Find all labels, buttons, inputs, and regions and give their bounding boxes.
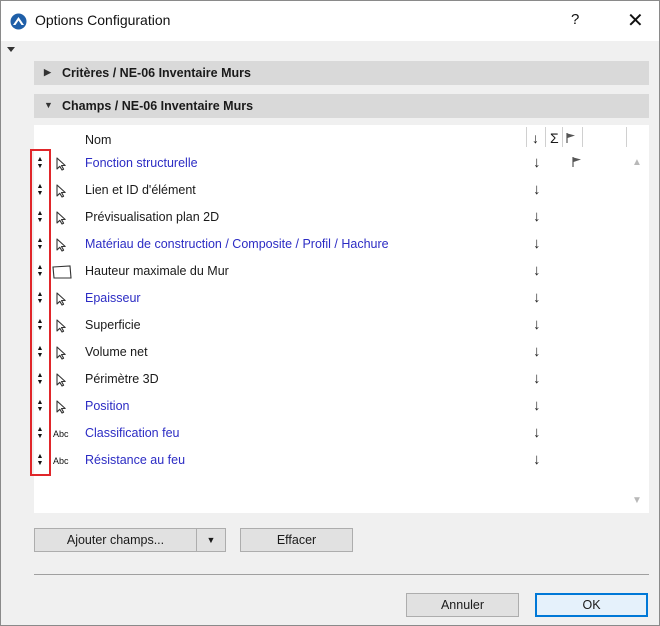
close-button[interactable]: ✕: [627, 8, 644, 33]
field-name: Epaisseur: [85, 291, 141, 305]
arrow-pointer-icon: [54, 211, 68, 225]
add-fields-button[interactable]: Ajouter champs...: [34, 528, 197, 552]
sort-arrow-icon[interactable]: ↓: [533, 262, 541, 279]
title-bar[interactable]: Options Configuration ? ✕: [1, 1, 659, 41]
sort-arrow-icon[interactable]: ↓: [533, 316, 541, 333]
sort-arrow-icon[interactable]: ↓: [533, 208, 541, 225]
clear-button[interactable]: Effacer: [240, 528, 353, 552]
list-item[interactable]: ▲ ▼ Superficie ↓: [34, 312, 629, 339]
list-item[interactable]: ▲ ▼ Lien et ID d'élément ↓: [34, 177, 629, 204]
options-configuration-dialog: Options Configuration ? ✕ ▶ Critères / N…: [0, 0, 660, 626]
expand-arrow-icon: ▶: [44, 67, 51, 77]
list-item[interactable]: ▲ ▼ Périmètre 3D ↓: [34, 366, 629, 393]
list-item[interactable]: ▲ ▼ Epaisseur ↓: [34, 285, 629, 312]
drag-handle-icon[interactable]: ▲ ▼: [36, 210, 44, 224]
list-item[interactable]: ▲ ▼ Position ↓: [34, 393, 629, 420]
field-name: Classification feu: [85, 426, 180, 440]
field-name: Matériau de construction / Composite / P…: [85, 237, 389, 251]
field-name: Superficie: [85, 318, 141, 332]
abc-text-icon: Abc: [53, 429, 69, 439]
drag-handle-icon[interactable]: ▲ ▼: [36, 399, 44, 413]
wall-shape-icon: [52, 265, 72, 279]
column-header-sum[interactable]: Σ: [550, 130, 559, 146]
column-divider: [582, 127, 583, 147]
sort-arrow-icon[interactable]: ↓: [533, 451, 541, 468]
dropdown-corner-icon[interactable]: [7, 47, 15, 52]
abc-text-icon: Abc: [53, 456, 69, 466]
field-name: Prévisualisation plan 2D: [85, 210, 220, 224]
field-name: Résistance au feu: [85, 453, 186, 467]
list-item[interactable]: ▲ ▼ Hauteur maximale du Mur ↓: [34, 258, 629, 285]
column-header-name[interactable]: Nom: [85, 133, 111, 147]
drag-handle-icon[interactable]: ▲ ▼: [36, 237, 44, 251]
sort-arrow-icon[interactable]: ↓: [533, 289, 541, 306]
drag-handle-icon[interactable]: ▲ ▼: [36, 426, 44, 440]
scroll-up-arrow-icon[interactable]: ▲: [632, 157, 642, 168]
section-champs-label: Champs / NE-06 Inventaire Murs: [62, 99, 254, 113]
list-item[interactable]: ▲ ▼ Volume net ↓: [34, 339, 629, 366]
field-name: Périmètre 3D: [85, 372, 159, 386]
drag-handle-icon[interactable]: ▲ ▼: [36, 183, 44, 197]
drag-handle-icon[interactable]: ▲ ▼: [36, 345, 44, 359]
scroll-down-arrow-icon[interactable]: ▼: [632, 495, 642, 506]
column-divider: [545, 127, 546, 147]
section-criteres-header[interactable]: ▶ Critères / NE-06 Inventaire Murs: [34, 61, 649, 85]
list-item[interactable]: ▲ ▼ Matériau de construction / Composite /…: [34, 231, 629, 258]
drag-handle-icon[interactable]: ▲ ▼: [36, 156, 44, 170]
sort-arrow-icon[interactable]: ↓: [533, 154, 541, 171]
fields-list[interactable]: Nom ↓ Σ ▲ ▼ Fonction structurelle ↓ ▲ ▼ Lien e…: [34, 125, 649, 513]
flag-icon[interactable]: [565, 132, 577, 144]
drag-handle-icon[interactable]: ▲ ▼: [36, 264, 44, 278]
arrow-pointer-icon: [54, 238, 68, 252]
arrow-pointer-icon: [54, 157, 68, 171]
section-champs-header[interactable]: ▼ Champs / NE-06 Inventaire Murs: [34, 94, 649, 118]
list-column-header: Nom ↓ Σ: [34, 125, 629, 150]
sort-arrow-icon[interactable]: ↓: [533, 181, 541, 198]
drag-handle-icon[interactable]: ▲ ▼: [36, 318, 44, 332]
drag-handle-icon[interactable]: ▲ ▼: [36, 453, 44, 467]
section-criteres-label: Critères / NE-06 Inventaire Murs: [62, 66, 251, 80]
window-title: Options Configuration: [35, 12, 171, 28]
drag-handle-icon[interactable]: ▲ ▼: [36, 291, 44, 305]
column-header-sort[interactable]: ↓: [532, 130, 539, 146]
column-divider: [562, 127, 563, 147]
list-item[interactable]: ▲ ▼ Prévisualisation plan 2D ↓: [34, 204, 629, 231]
column-divider: [526, 127, 527, 147]
list-item[interactable]: ▲ ▼ Fonction structurelle ↓: [34, 150, 629, 177]
sort-arrow-icon[interactable]: ↓: [533, 397, 541, 414]
ok-button[interactable]: OK: [535, 593, 648, 617]
arrow-pointer-icon: [54, 373, 68, 387]
sort-arrow-icon[interactable]: ↓: [533, 424, 541, 441]
column-divider: [626, 127, 627, 147]
sort-arrow-icon[interactable]: ↓: [533, 235, 541, 252]
arrow-pointer-icon: [54, 292, 68, 306]
help-button[interactable]: ?: [571, 11, 579, 28]
field-name: Hauteur maximale du Mur: [85, 264, 229, 278]
flag-icon[interactable]: [571, 156, 583, 168]
add-fields-dropdown-button[interactable]: ▼: [196, 528, 226, 552]
footer-divider: [34, 574, 649, 575]
collapse-arrow-icon: ▼: [44, 100, 53, 110]
arrow-pointer-icon: [54, 319, 68, 333]
sort-arrow-icon[interactable]: ↓: [533, 370, 541, 387]
drag-handle-icon[interactable]: ▲ ▼: [36, 372, 44, 386]
field-name: Lien et ID d'élément: [85, 183, 196, 197]
sort-arrow-icon[interactable]: ↓: [533, 343, 541, 360]
arrow-pointer-icon: [54, 346, 68, 360]
list-item[interactable]: ▲ ▼ Abc Classification feu ↓: [34, 420, 629, 447]
arrow-pointer-icon: [54, 400, 68, 414]
field-name: Fonction structurelle: [85, 156, 198, 170]
field-name: Volume net: [85, 345, 148, 359]
arrow-pointer-icon: [54, 184, 68, 198]
list-item[interactable]: ▲ ▼ Abc Résistance au feu ↓: [34, 447, 629, 474]
app-logo-icon: [10, 13, 27, 30]
cancel-button[interactable]: Annuler: [406, 593, 519, 617]
field-name: Position: [85, 399, 130, 413]
